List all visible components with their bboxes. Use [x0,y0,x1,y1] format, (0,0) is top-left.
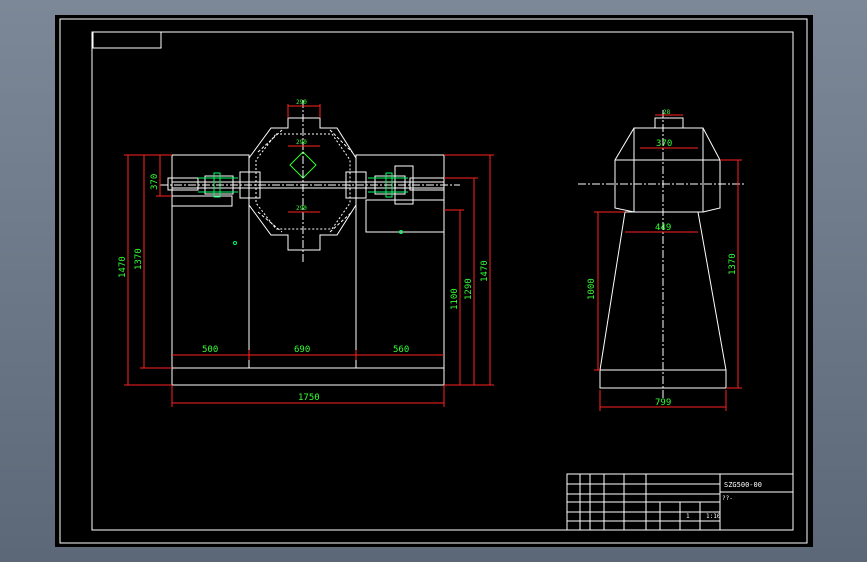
drawing-canvas [55,15,813,547]
dim-side-1000: 1000 [587,278,597,300]
cad-drawing: 290 290 290 370 1370 1470 1100 1290 1470… [55,15,813,547]
dim-side-799: 799 [655,398,671,408]
qty-value: 1 [686,513,690,520]
dim-top-width: 290 [296,99,307,106]
dim-side-370: 370 [656,139,672,149]
dim-left-1470: 1470 [118,256,128,278]
dim-seg-560: 560 [393,345,409,355]
dim-right-1290: 1290 [464,278,474,300]
drawing-number: SZG500-00 [724,481,762,489]
dim-overall-1750: 1750 [298,393,320,403]
dim-inner-top: 290 [296,139,307,146]
dim-side-top: 28 [663,109,671,116]
dim-side-1370: 1370 [728,253,738,275]
dim-inner-mid: 290 [296,205,307,212]
dim-right-1470: 1470 [480,260,490,282]
dim-left-370: 370 [150,174,160,190]
dim-right-1100: 1100 [450,288,460,310]
dim-seg-500: 500 [202,345,218,355]
scale-value: 1:10 [706,513,721,520]
dim-left-1370: 1370 [134,248,144,270]
dim-side-449: 449 [655,223,671,233]
dim-seg-690: 690 [294,345,310,355]
drawing-sub-label: ??- [722,495,733,502]
